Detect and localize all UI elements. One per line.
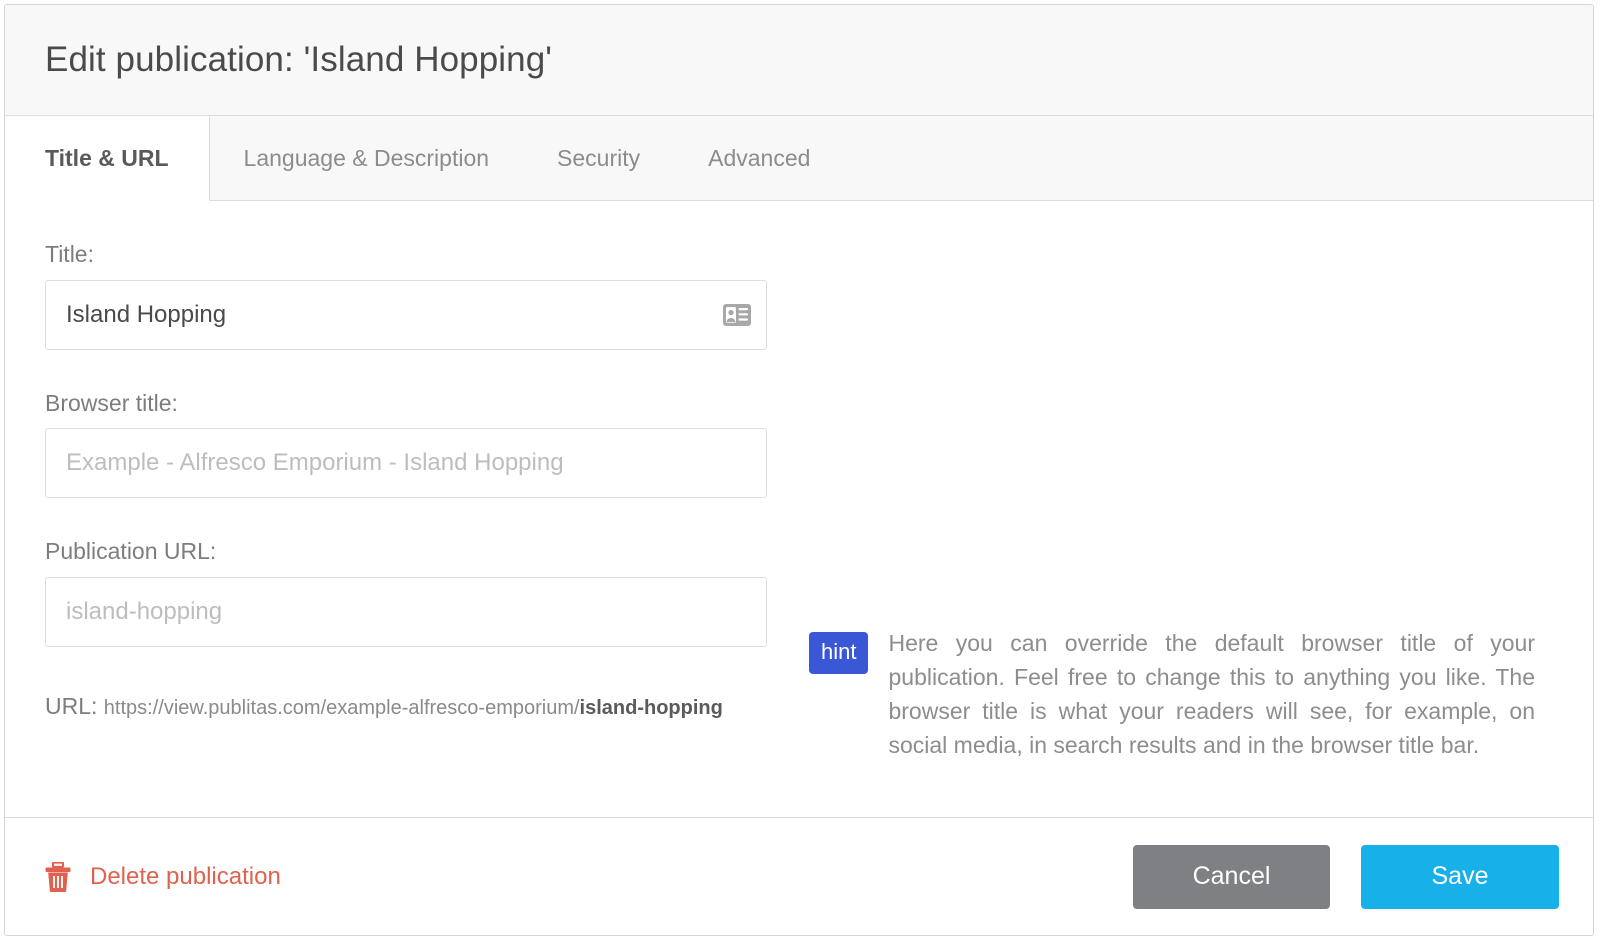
url-preview-base: https://view.publitas.com/example-alfres… <box>103 696 580 719</box>
form-column: Title: Browser title: <box>45 201 769 720</box>
dialog-footer: Delete publication Cancel Save <box>5 817 1593 935</box>
publication-url-field-wrapper <box>45 576 767 647</box>
save-button[interactable]: Save <box>1361 844 1559 909</box>
trash-icon <box>45 860 71 892</box>
contact-card-icon[interactable] <box>723 303 751 326</box>
publication-url-field-label: Publication URL: <box>45 538 217 565</box>
title-input[interactable] <box>45 279 767 350</box>
tab-language-description[interactable]: Language & Description <box>210 116 524 200</box>
browser-title-field-wrapper <box>45 428 767 499</box>
edit-publication-dialog: Edit publication: 'Island Hopping' Title… <box>4 4 1594 936</box>
url-preview: URL: https://view.publitas.com/example-a… <box>45 693 769 720</box>
cancel-button[interactable]: Cancel <box>1133 844 1330 909</box>
hint-text: Here you can override the default browse… <box>888 630 1535 758</box>
tab-title-url[interactable]: Title & URL <box>5 116 210 201</box>
page-title: Edit publication: 'Island Hopping' <box>45 40 553 79</box>
url-preview-slug: island-hopping <box>579 696 723 719</box>
dialog-header: Edit publication: 'Island Hopping' <box>5 5 1593 116</box>
title-field-label: Title: <box>45 241 94 267</box>
tab-security-label: Security <box>557 144 641 171</box>
hint-badge: hint <box>809 632 869 674</box>
tab-advanced-label: Advanced <box>708 144 811 171</box>
footer-actions: Cancel Save <box>1133 844 1559 909</box>
browser-title-input[interactable] <box>45 428 767 499</box>
tab-bar: Title & URL Language & Description Secur… <box>5 116 1593 201</box>
tab-security[interactable]: Security <box>523 116 674 200</box>
hint-block: hint Here you can override the default b… <box>809 626 1535 762</box>
publication-url-input[interactable] <box>45 576 767 647</box>
dialog-body: Title: Browser title: <box>5 201 1593 817</box>
tab-advanced[interactable]: Advanced <box>674 116 844 200</box>
url-preview-label: URL: <box>45 692 98 719</box>
title-field-wrapper <box>45 279 767 350</box>
delete-publication-button[interactable]: Delete publication <box>45 860 281 892</box>
tab-language-description-label: Language & Description <box>243 144 490 171</box>
browser-title-field-label: Browser title: <box>45 389 178 416</box>
tab-title-url-label: Title & URL <box>45 144 169 171</box>
delete-publication-label: Delete publication <box>90 862 281 890</box>
